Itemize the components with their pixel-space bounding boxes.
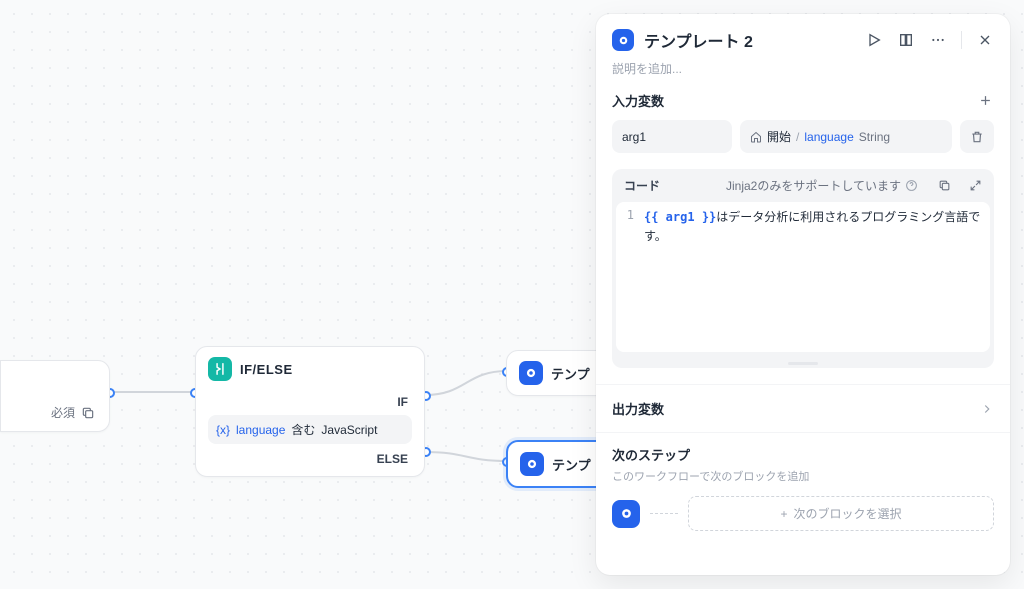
output-vars-heading: 出力変数: [612, 399, 664, 418]
variable-source-selector[interactable]: 開始 / language String: [740, 120, 952, 153]
condition-operator: 含む: [291, 421, 315, 438]
if-label: IF: [208, 393, 412, 415]
delete-variable-button[interactable]: [960, 120, 994, 153]
template-1-label: テンプ: [551, 364, 590, 383]
template-icon: [612, 500, 640, 528]
next-steps-description: このワークフローで次のブロックを追加: [612, 468, 994, 484]
jinja-close: }}: [702, 210, 716, 224]
jinja-var: arg1: [658, 210, 701, 224]
source-type-label: String: [859, 130, 890, 144]
code-section: コード Jinja2のみをサポートしています 1 {{ arg1 }}はデータ分…: [612, 169, 994, 368]
copy-code-button[interactable]: [938, 179, 951, 192]
branch-icon: [208, 357, 232, 381]
separator: [961, 31, 962, 49]
help-icon[interactable]: [905, 179, 918, 192]
required-label: 必須: [51, 404, 75, 421]
node-start[interactable]: 必須: [0, 360, 110, 432]
line-number: 1: [616, 202, 640, 352]
next-steps-section: 次のステップ このワークフローで次のブロックを追加 +次のブロックを選択: [596, 432, 1010, 547]
jinja-support-text: Jinja2のみをサポートしています: [726, 177, 901, 194]
output-variables-toggle[interactable]: 出力変数: [596, 384, 1010, 432]
input-variables-section: 入力変数 arg1 開始 / language String: [596, 91, 1010, 169]
source-var-label: language: [804, 130, 853, 144]
detail-panel: テンプレート 2 説明を追加... 入力変数 arg1: [596, 14, 1010, 575]
required-badge: 必須: [51, 404, 95, 421]
brace-open-icon: {x}: [216, 423, 230, 437]
jinja-open: {{: [644, 210, 658, 224]
code-editor[interactable]: 1 {{ arg1 }}はデータ分析に利用されるプログラミング言語です。: [616, 202, 990, 352]
input-vars-heading: 入力変数: [612, 91, 664, 110]
close-button[interactable]: [976, 31, 994, 49]
slash: /: [796, 130, 799, 144]
code-heading: コード: [624, 177, 660, 194]
run-button[interactable]: [865, 31, 883, 49]
next-block-placeholder: 次のブロックを選択: [794, 507, 902, 521]
add-variable-button[interactable]: [976, 92, 994, 110]
expand-code-button[interactable]: [969, 179, 982, 192]
description-input[interactable]: 説明を追加...: [596, 60, 1010, 91]
panel-title: テンプレート 2: [644, 28, 855, 52]
variable-row: arg1 開始 / language String: [612, 120, 994, 153]
template-2-label: テンプ: [552, 455, 591, 474]
condition-value: JavaScript: [321, 423, 377, 437]
node-ifelse[interactable]: IF/ELSE IF {x} language 含む JavaScript EL…: [195, 346, 425, 477]
variable-name-input[interactable]: arg1: [612, 120, 732, 153]
condition-variable: language: [236, 423, 285, 437]
more-button[interactable]: [929, 31, 947, 49]
docs-button[interactable]: [897, 31, 915, 49]
source-node-label: 開始: [767, 128, 791, 145]
template-icon: [520, 452, 544, 476]
chevron-right-icon: [980, 402, 994, 416]
connector-dash: [650, 513, 678, 514]
condition-chip[interactable]: {x} language 含む JavaScript: [208, 415, 412, 444]
code-content[interactable]: {{ arg1 }}はデータ分析に利用されるプログラミング言語です。: [640, 202, 990, 352]
add-next-block-button[interactable]: +次のブロックを選択: [688, 496, 994, 531]
template-icon: [612, 29, 634, 51]
next-steps-heading: 次のステップ: [612, 445, 994, 464]
else-label: ELSE: [208, 444, 412, 468]
copy-icon: [81, 406, 95, 420]
template-icon: [519, 361, 543, 385]
home-icon: [750, 131, 762, 143]
ifelse-title: IF/ELSE: [240, 362, 293, 377]
resize-handle[interactable]: [612, 358, 994, 368]
panel-header: テンプレート 2: [596, 14, 1010, 60]
